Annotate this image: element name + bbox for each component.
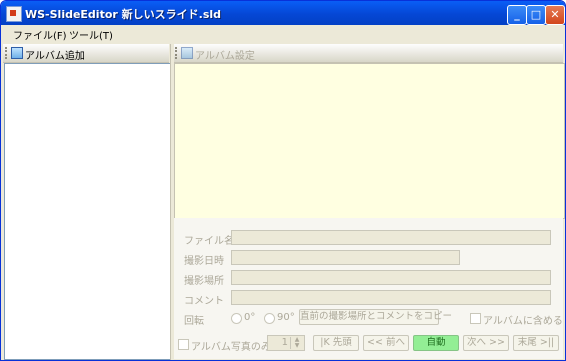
spin-arrows-icon[interactable]: ▲ ▼ (290, 337, 303, 349)
rotate-0-label: 0° (244, 312, 256, 323)
maximize-icon: □ (530, 8, 542, 21)
slide-preview (174, 63, 565, 219)
toolbar-grip[interactable] (5, 47, 9, 59)
album-settings-icon (181, 47, 193, 59)
place-field[interactable] (231, 270, 551, 285)
menu-bar: ファイル(F) ツール(T) (1, 25, 565, 42)
album-add-icon (11, 47, 23, 59)
album-tree-panel[interactable] (4, 63, 171, 360)
album-toolbar: アルバム追加 (3, 44, 169, 63)
rotate-90-radio[interactable] (264, 313, 275, 324)
photos-only-checkbox[interactable] (178, 339, 189, 350)
last-button[interactable]: 末尾 >|| (513, 335, 559, 351)
album-settings-toolbar: アルバム設定 (173, 44, 563, 63)
include-album-checkbox[interactable] (470, 313, 481, 324)
main-window: WS-SlideEditor 新しいスライド.sld _ □ ✕ ファイル(F)… (0, 0, 566, 361)
maximize-button[interactable]: □ (526, 5, 546, 25)
date-field[interactable] (231, 250, 460, 265)
first-button[interactable]: |K 先頭 (313, 335, 359, 351)
filename-label: ファイル名 (184, 236, 234, 247)
prev-button[interactable]: << 前へ (363, 335, 409, 351)
toolbar-grip[interactable] (175, 47, 179, 59)
copy-previous-button[interactable]: 直前の撮影場所とコメントをコピー (299, 309, 452, 325)
comment-field[interactable] (231, 290, 551, 305)
date-label: 撮影日時 (184, 256, 224, 267)
minimize-icon: _ (514, 8, 520, 21)
app-icon (6, 6, 22, 22)
properties-panel: ファイル名 撮影日時 撮影場所 コメント 回転 0° 90° 直前の撮影場所とコ… (174, 218, 563, 359)
window-title: WS-SlideEditor 新しいスライド.sld (25, 8, 222, 21)
menu-file[interactable]: ファイル(F) (13, 27, 67, 42)
minimize-button[interactable]: _ (507, 5, 527, 25)
close-icon: ✕ (550, 8, 560, 21)
comment-label: コメント (184, 296, 224, 307)
rotate-90-label: 90° (277, 312, 295, 323)
title-bar[interactable]: WS-SlideEditor 新しいスライド.sld _ □ ✕ (1, 1, 565, 25)
place-label: 撮影場所 (184, 276, 224, 287)
filename-field[interactable] (231, 230, 551, 245)
rotate-label: 回転 (184, 316, 204, 327)
page-value: 1 (281, 337, 288, 348)
auto-button[interactable]: 自動 (413, 335, 459, 351)
close-button[interactable]: ✕ (545, 5, 565, 25)
next-button[interactable]: 次へ >> (463, 335, 509, 351)
menu-tools[interactable]: ツール(T) (69, 27, 113, 42)
album-settings-button[interactable]: アルバム設定 (195, 47, 255, 62)
album-add-button[interactable]: アルバム追加 (25, 47, 85, 62)
page-stepper[interactable]: 1 ▲ ▼ (267, 335, 305, 351)
rotate-0-radio[interactable] (231, 313, 242, 324)
include-album-label: アルバムに含める (483, 316, 563, 327)
photos-only-label: アルバム写真のみ (191, 342, 271, 353)
